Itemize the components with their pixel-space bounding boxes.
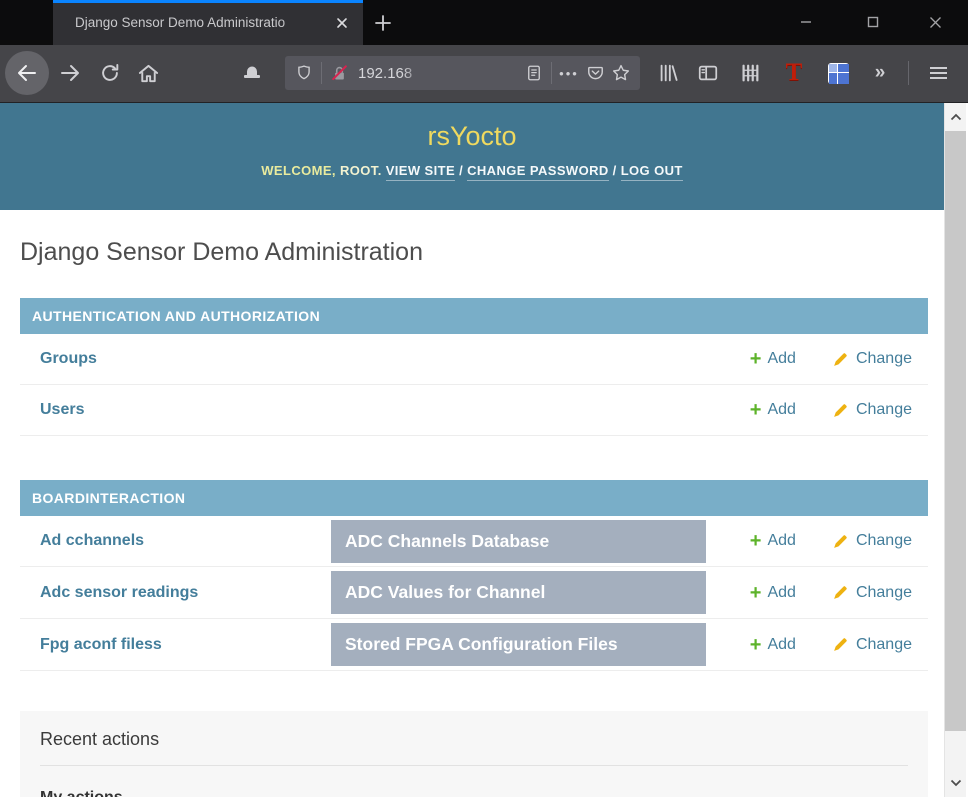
plus-icon: + <box>749 530 762 552</box>
change-users-link[interactable]: Change <box>832 401 928 419</box>
content-main: Django Sensor Demo Administration AUTHEN… <box>20 236 928 797</box>
log-out-link[interactable]: LOG OUT <box>620 163 683 181</box>
pocket-icon[interactable] <box>582 60 608 86</box>
groups-link[interactable]: Groups <box>40 350 97 368</box>
add-users-link[interactable]: + Add <box>750 400 796 420</box>
urlbar-separator <box>321 62 322 84</box>
fence-extension-icon[interactable] <box>732 55 768 91</box>
description-overlay: Stored FPGA Configuration Files <box>331 623 706 666</box>
plus-icon: + <box>749 633 762 656</box>
recent-actions-module: Recent actions My actions <box>20 711 928 797</box>
scrollbar-thumb[interactable] <box>945 131 966 731</box>
url-bar[interactable]: 192.168 ••• <box>285 56 640 90</box>
sidebar-toggle-icon[interactable] <box>690 55 726 91</box>
url-text[interactable]: 192.168 <box>358 62 521 84</box>
pencil-icon <box>832 636 849 653</box>
change-groups-link[interactable]: Change <box>832 350 928 368</box>
toolbar-separator <box>908 61 909 85</box>
username: ROOT <box>339 163 378 178</box>
maximize-button[interactable] <box>851 8 895 36</box>
pencil-icon <box>832 584 849 601</box>
back-button[interactable] <box>5 51 49 95</box>
insecure-lock-icon[interactable] <box>326 60 352 86</box>
plus-icon: + <box>749 399 762 421</box>
user-tools: WELCOME, ROOT. VIEW SITE / CHANGE PASSWO… <box>0 163 944 181</box>
bookmark-star-icon[interactable] <box>608 60 634 86</box>
forward-button[interactable] <box>52 55 88 91</box>
tab-title-fade <box>281 3 315 45</box>
overflow-menu-icon[interactable]: » <box>862 55 898 91</box>
home-button[interactable] <box>130 55 166 91</box>
vertical-scrollbar[interactable] <box>944 103 966 797</box>
plus-icon: + <box>749 581 762 604</box>
reload-button[interactable] <box>92 55 128 91</box>
tab-title: Django Sensor Demo Administratio <box>75 15 286 30</box>
extension-hat-icon[interactable] <box>234 55 270 91</box>
table-row-adc-channels: Ad cchannels ADC Channels Database + Add… <box>20 516 928 567</box>
add-fpga-conf-files-link[interactable]: + Add <box>750 635 796 655</box>
minimize-button[interactable] <box>784 8 828 36</box>
adc-sensor-readings-link[interactable]: Adc sensor readings <box>40 584 198 602</box>
pencil-icon <box>832 402 849 419</box>
page-actions-icon[interactable]: ••• <box>556 60 582 86</box>
module-caption: AUTHENTICATION AND AUTHORIZATION <box>20 298 928 334</box>
welcome-text: WELCOME, <box>261 163 336 178</box>
tab-strip: Django Sensor Demo Administratio <box>0 0 968 45</box>
browser-window: Django Sensor Demo Administratio 192.168… <box>0 0 968 797</box>
page-viewport: rsYocto WELCOME, ROOT. VIEW SITE / CHANG… <box>0 103 944 797</box>
site-brand: rsYocto <box>427 121 517 151</box>
recent-actions-divider <box>40 765 908 766</box>
close-button[interactable] <box>913 8 957 36</box>
description-overlay: ADC Channels Database <box>331 520 706 563</box>
urlbar-separator-2 <box>551 62 552 84</box>
scrollbar-up-icon[interactable] <box>945 103 966 131</box>
change-fpga-conf-files-link[interactable]: Change <box>832 636 928 654</box>
t-extension-icon[interactable]: T <box>776 55 812 91</box>
adc-channels-link[interactable]: Ad cchannels <box>40 532 144 550</box>
add-adc-sensor-readings-link[interactable]: + Add <box>750 583 796 603</box>
module-auth: AUTHENTICATION AND AUTHORIZATION Groups … <box>20 298 928 436</box>
users-link[interactable]: Users <box>40 401 84 419</box>
new-tab-button[interactable] <box>364 6 402 40</box>
my-actions-heading: My actions <box>40 789 908 797</box>
change-password-link[interactable]: CHANGE PASSWORD <box>467 163 609 181</box>
recent-actions-title: Recent actions <box>40 729 160 749</box>
view-site-link[interactable]: VIEW SITE <box>385 163 456 181</box>
page-title: Django Sensor Demo Administration <box>20 238 423 266</box>
url-text-fade <box>402 62 424 84</box>
tab-close-icon[interactable] <box>331 12 353 34</box>
tab-django-admin[interactable]: Django Sensor Demo Administratio <box>53 0 363 45</box>
scrollbar-down-icon[interactable] <box>945 769 966 797</box>
app-menu-icon[interactable] <box>920 55 956 91</box>
table-row-users: Users + Add Change <box>20 385 928 436</box>
fpga-conf-files-link[interactable]: Fpg aconf filess <box>40 636 162 654</box>
table-row-adc-sensor-readings: Adc sensor readings ADC Values for Chann… <box>20 567 928 619</box>
plus-icon: + <box>749 348 762 370</box>
table-row-fpga-conf-files: Fpg aconf filess Stored FPGA Configurati… <box>20 619 928 671</box>
module-caption: BOARDINTERACTION <box>20 480 928 516</box>
module-boardinteraction: BOARDINTERACTION Ad cchannels ADC Channe… <box>20 480 928 671</box>
description-overlay: ADC Values for Channel <box>331 571 706 614</box>
grid-extension-icon[interactable] <box>820 55 856 91</box>
change-adc-channels-link[interactable]: Change <box>832 532 928 550</box>
library-icon[interactable] <box>650 55 686 91</box>
pencil-icon <box>832 533 849 550</box>
table-row-groups: Groups + Add Change <box>20 334 928 385</box>
add-adc-channels-link[interactable]: + Add <box>750 531 796 551</box>
tracking-protection-shield-icon[interactable] <box>291 60 317 86</box>
site-header: rsYocto WELCOME, ROOT. VIEW SITE / CHANG… <box>0 103 944 210</box>
change-adc-sensor-readings-link[interactable]: Change <box>832 584 928 602</box>
reader-mode-icon[interactable] <box>521 60 547 86</box>
add-groups-link[interactable]: + Add <box>750 349 796 369</box>
pencil-icon <box>832 351 849 368</box>
